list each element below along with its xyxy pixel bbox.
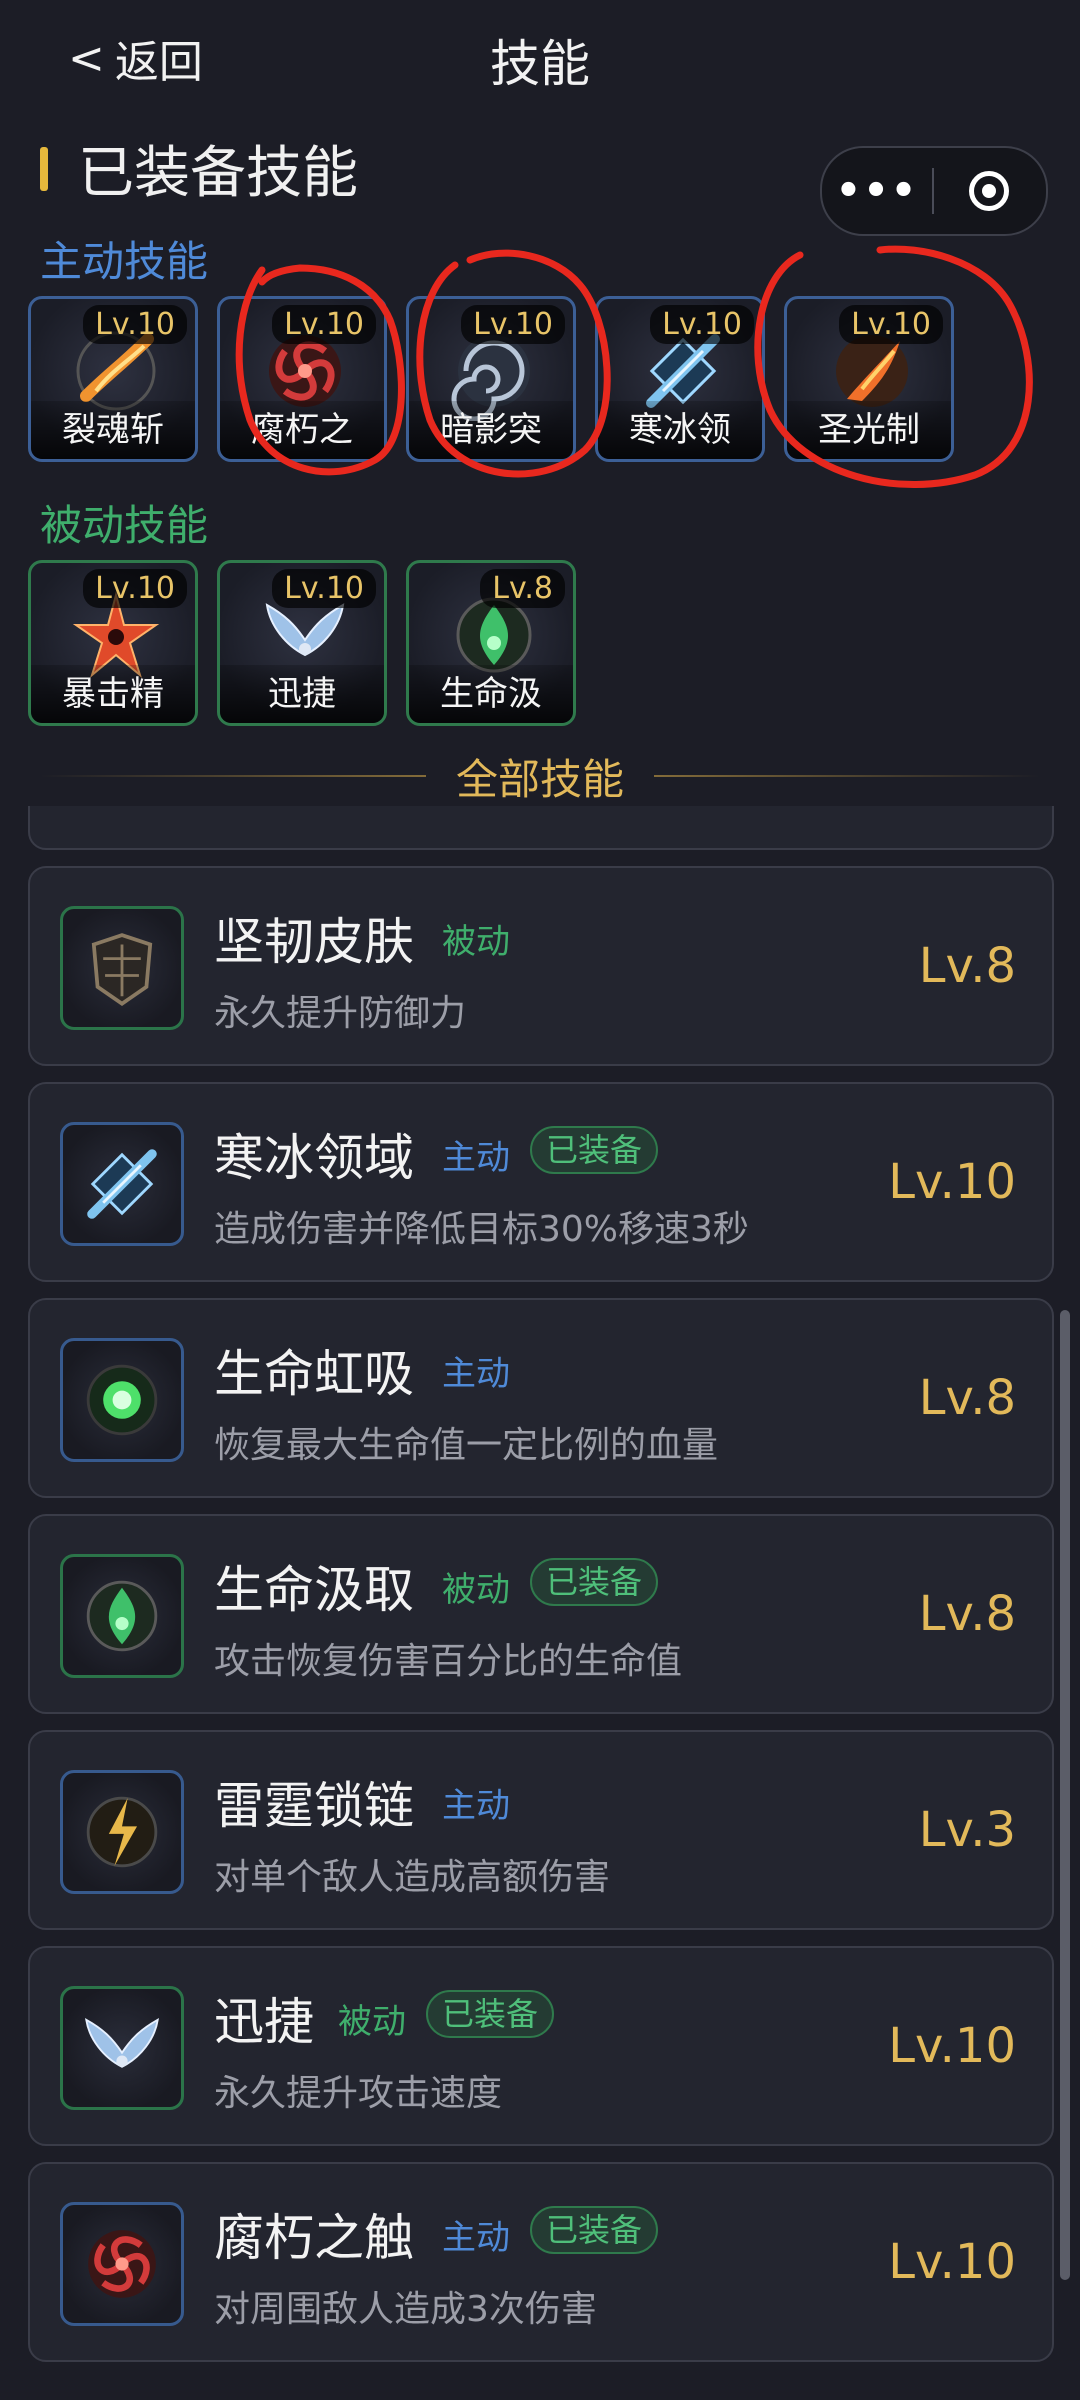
ice-crystal-icon — [87, 1149, 157, 1219]
skill-icon-frame — [60, 1338, 184, 1462]
skill-title: 坚韧皮肤 — [214, 913, 414, 971]
skill-level: Lv.10 — [888, 2018, 1016, 2074]
skill-card[interactable]: 雷霆锁链 主动 对单个敌人造成高额伤害 Lv.3 — [28, 1730, 1054, 1930]
skill-title: 雷霆锁链 — [214, 1777, 414, 1835]
skill-icon-frame — [60, 906, 184, 1030]
equipped-badge: 已装备 — [530, 1558, 659, 1606]
list-scrollbar[interactable] — [1060, 1310, 1070, 2280]
divider-line-left — [40, 775, 426, 777]
tile-skill-name: 暴击精 — [31, 665, 195, 723]
skill-type: 主动 — [442, 1138, 510, 1178]
active-skill-tile[interactable]: Lv.10 裂魂斩 — [28, 296, 198, 462]
skill-title: 生命汲取 — [214, 1561, 414, 1619]
armor-icon — [91, 933, 153, 1007]
tile-level: Lv.10 — [272, 305, 376, 344]
skill-description: 对单个敌人造成高额伤害 — [214, 1857, 611, 1898]
skill-type: 被动 — [338, 2002, 406, 2042]
skill-title: 腐朽之触 — [214, 2209, 414, 2267]
skill-icon-frame — [60, 1770, 184, 1894]
tile-level: Lv.10 — [839, 305, 943, 344]
tile-level: Lv.10 — [461, 305, 565, 344]
skill-card[interactable]: 生命虹吸 主动 恢复最大生命值一定比例的血量 Lv.8 — [28, 1298, 1054, 1498]
passive-skill-tile[interactable]: Lv.10 迅捷 — [217, 560, 387, 726]
skill-type: 主动 — [442, 1354, 510, 1394]
skill-description: 恢复最大生命值一定比例的血量 — [214, 1425, 719, 1466]
all-skills-label: 全部技能 — [456, 754, 625, 804]
target-circle-icon — [969, 171, 1009, 211]
equipped-badge: 已装备 — [530, 2206, 659, 2254]
skill-title: 迅捷 — [214, 1993, 314, 2051]
equipped-heading: 已装备技能 — [40, 128, 358, 209]
passive-skills-label: 被动技能 — [40, 501, 209, 550]
page-title: 技能 — [490, 35, 590, 93]
skill-description: 攻击恢复伤害百分比的生命值 — [214, 1641, 683, 1682]
skill-level: Lv.3 — [918, 1802, 1016, 1858]
more-dots-icon[interactable]: ••• — [822, 168, 932, 214]
equipped-badge: 已装备 — [530, 1126, 659, 1174]
divider-line-right — [654, 775, 1041, 777]
passive-skill-tile[interactable]: Lv.8 生命汲 — [406, 560, 576, 726]
tile-skill-name: 迅捷 — [220, 665, 384, 723]
skill-level: Lv.8 — [918, 1586, 1016, 1642]
skill-title: 生命虹吸 — [214, 1345, 414, 1403]
tile-level: Lv.10 — [83, 569, 187, 608]
wing-icon — [85, 2018, 159, 2068]
skill-icon-frame — [60, 1122, 184, 1246]
green-orb-icon — [86, 1364, 158, 1436]
tile-skill-name: 生命汲 — [409, 665, 573, 723]
equipped-heading-text: 已装备技能 — [78, 141, 358, 206]
skill-icon-frame — [60, 1986, 184, 2110]
mini-program-capsule: ••• — [820, 146, 1048, 236]
active-skill-tile[interactable]: Lv.10 寒冰领 — [595, 296, 765, 462]
close-target-button[interactable] — [934, 171, 1044, 211]
tile-skill-name: 裂魂斩 — [31, 401, 195, 459]
active-skill-tile[interactable]: Lv.10 暗影突 — [406, 296, 576, 462]
active-skill-tile[interactable]: Lv.10 腐朽之 — [217, 296, 387, 462]
all-skills-divider: 全部技能 — [40, 748, 1041, 804]
skill-level: Lv.10 — [888, 1154, 1016, 1210]
skill-level: Lv.10 — [888, 2234, 1016, 2290]
skill-card[interactable]: 生命汲取 被动 已装备 攻击恢复伤害百分比的生命值 Lv.8 — [28, 1514, 1054, 1714]
passive-skill-tiles: Lv.10 暴击精 Lv.10 迅捷 Lv.8 生命汲 — [28, 560, 576, 726]
active-skill-tile[interactable]: Lv.10 圣光制 — [784, 296, 954, 462]
tile-level: Lv.8 — [480, 569, 565, 608]
skill-type: 被动 — [442, 1570, 510, 1610]
skill-card[interactable]: 腐朽之触 主动 已装备 对周围敌人造成3次伤害 Lv.10 — [28, 2162, 1054, 2362]
skill-card[interactable]: 迅捷 被动 已装备 永久提升攻击速度 Lv.10 — [28, 1946, 1054, 2146]
skill-description: 永久提升防御力 — [214, 993, 467, 1034]
skill-level: Lv.8 — [918, 1370, 1016, 1426]
active-skills-label: 主动技能 — [40, 237, 209, 286]
tile-level: Lv.10 — [83, 305, 187, 344]
skill-description: 对周围敌人造成3次伤害 — [214, 2289, 597, 2330]
skill-card[interactable]: 寒冰领域 主动 已装备 造成伤害并降低目标30%移速3秒 Lv.10 — [28, 1082, 1054, 1282]
skill-icon-frame — [60, 2202, 184, 2326]
red-vortex-icon — [88, 2230, 156, 2298]
skill-type: 主动 — [442, 1786, 510, 1826]
lightning-icon — [86, 1796, 158, 1868]
skill-icon-frame — [60, 1554, 184, 1678]
tile-skill-name: 暗影突 — [409, 401, 573, 459]
tile-skill-name: 腐朽之 — [220, 401, 384, 459]
passive-skill-tile[interactable]: Lv.10 暴击精 — [28, 560, 198, 726]
skill-description: 造成伤害并降低目标30%移速3秒 — [214, 1209, 749, 1250]
skill-level: Lv.8 — [918, 938, 1016, 994]
skill-type: 被动 — [442, 922, 510, 962]
tile-level: Lv.10 — [650, 305, 754, 344]
all-skills-list[interactable]: 坚韧皮肤 被动 永久提升防御力 Lv.8 寒冰领域 主动 已装备 造成伤害并降低… — [28, 806, 1054, 2400]
equipped-badge: 已装备 — [426, 1990, 555, 2038]
active-skill-tiles: Lv.10 裂魂斩 Lv.10 腐朽之 Lv.10 暗影突 Lv.10 寒冰领 — [28, 296, 954, 462]
life-drain-icon — [86, 1580, 158, 1652]
heading-accent-bar — [40, 146, 48, 191]
skill-card[interactable]: 坚韧皮肤 被动 永久提升防御力 Lv.8 — [28, 866, 1054, 1066]
tile-skill-name: 寒冰领 — [598, 401, 762, 459]
skill-card-partial[interactable] — [28, 806, 1054, 850]
skill-type: 主动 — [442, 2218, 510, 2258]
tile-skill-name: 圣光制 — [787, 401, 951, 459]
top-bar: < 返回 技能 — [0, 0, 1080, 110]
tile-level: Lv.10 — [272, 569, 376, 608]
skill-description: 永久提升攻击速度 — [214, 2073, 503, 2114]
skill-title: 寒冰领域 — [214, 1129, 414, 1187]
